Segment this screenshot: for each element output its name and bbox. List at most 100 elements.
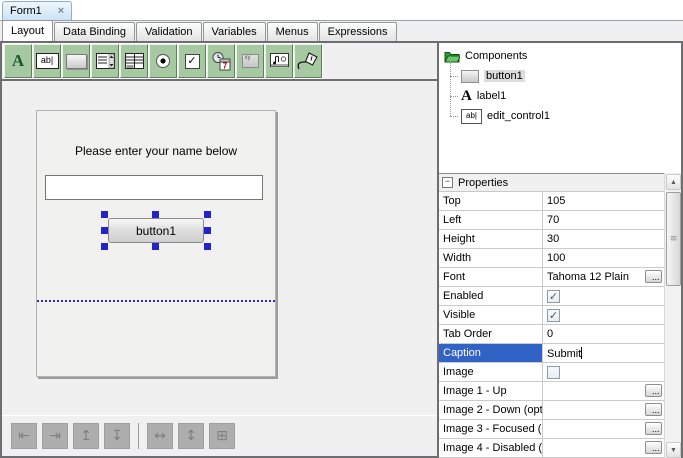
listbox-tool[interactable] [91, 44, 119, 78]
tree-item-label1[interactable]: A label1 [439, 86, 681, 106]
ellipsis-button[interactable]: ... [645, 441, 662, 454]
grid-tool[interactable] [120, 44, 148, 78]
checkbox-tool[interactable]: ✓ [178, 44, 206, 78]
ellipsis-button[interactable]: ... [645, 384, 662, 397]
property-name[interactable]: Image [439, 363, 543, 381]
designed-edit-control[interactable] [45, 175, 263, 200]
scroll-up-icon[interactable]: ▲ [666, 174, 681, 190]
selection-handle-top-right[interactable] [204, 211, 211, 218]
property-value[interactable]: ... [543, 439, 664, 457]
same-size-button[interactable]: ⊞ [209, 423, 235, 449]
tab-menus[interactable]: Menus [267, 22, 318, 41]
close-icon[interactable]: × [58, 6, 64, 17]
tree-item-button1[interactable]: button1 [439, 66, 681, 86]
same-width-button[interactable]: ↔ [147, 423, 173, 449]
designed-button[interactable]: button1 [108, 218, 204, 243]
selection-handle-bottom-left[interactable] [101, 243, 108, 250]
property-name[interactable]: Top [439, 192, 543, 210]
property-value[interactable]: 100 [543, 249, 664, 267]
property-name[interactable]: Tab Order [439, 325, 543, 343]
designed-form[interactable]: Please enter your name below button1 [36, 110, 276, 377]
collapse-icon[interactable]: − [442, 177, 453, 188]
property-row-font[interactable]: FontTahoma 12 Plain... [439, 268, 664, 287]
property-value[interactable]: 105 [543, 192, 664, 210]
scroll-down-icon[interactable]: ▼ [666, 442, 681, 458]
property-name[interactable]: Enabled [439, 287, 543, 305]
svg-text:7: 7 [222, 61, 227, 70]
property-row-image-4-disabled-o[interactable]: Image 4 - Disabled (o... [439, 439, 664, 458]
tab-variables[interactable]: Variables [203, 22, 266, 41]
properties-scrollbar[interactable]: ▲ ≡ ▼ [664, 173, 681, 458]
checkbox-unchecked-icon[interactable] [547, 366, 560, 379]
align-bottom-button[interactable]: ↧ [104, 423, 130, 449]
property-row-caption[interactable]: CaptionSubmit [439, 344, 664, 363]
property-row-top[interactable]: Top105 [439, 192, 664, 211]
selection-handle-top-center[interactable] [152, 211, 159, 218]
design-canvas[interactable]: Please enter your name below button1 [2, 81, 437, 415]
tab-expressions[interactable]: Expressions [319, 22, 397, 41]
ellipsis-button[interactable]: ... [645, 270, 662, 283]
property-name[interactable]: Caption [439, 344, 543, 362]
property-value[interactable]: ... [543, 382, 664, 400]
button-tool[interactable] [62, 44, 90, 78]
property-value[interactable]: ... [543, 420, 664, 438]
align-right-button[interactable]: ⇥ [42, 423, 68, 449]
checkbox-checked-icon[interactable]: ✓ [547, 290, 560, 303]
tab-validation[interactable]: Validation [136, 22, 202, 41]
property-row-width[interactable]: Width100 [439, 249, 664, 268]
property-name[interactable]: Left [439, 211, 543, 229]
property-name[interactable]: Image 3 - Focused (o [439, 420, 543, 438]
panel-tool[interactable]: xy [236, 44, 264, 78]
property-name[interactable]: Height [439, 230, 543, 248]
property-name[interactable]: Image 4 - Disabled (o [439, 439, 543, 457]
property-value[interactable]: Submit [543, 344, 664, 362]
edit-tool[interactable]: ab| [33, 44, 61, 78]
property-name[interactable]: Image 1 - Up [439, 382, 543, 400]
property-row-left[interactable]: Left70 [439, 211, 664, 230]
selection-handle-mid-left[interactable] [101, 227, 108, 234]
property-value[interactable]: ... [543, 401, 664, 419]
label-tool[interactable]: A [4, 44, 32, 78]
property-row-image-3-focused-o[interactable]: Image 3 - Focused (o... [439, 420, 664, 439]
selection-handle-bottom-right[interactable] [204, 243, 211, 250]
same-height-button[interactable]: ↕ [178, 423, 204, 449]
property-value[interactable]: 0 [543, 325, 664, 343]
align-left-button[interactable]: ⇤ [11, 423, 37, 449]
property-name[interactable]: Image 2 - Down (optio [439, 401, 543, 419]
property-value[interactable]: ✓ [543, 287, 664, 305]
document-tab-form1[interactable]: Form1 × [2, 1, 72, 20]
property-name[interactable]: Font [439, 268, 543, 286]
radio-tool[interactable] [149, 44, 177, 78]
property-row-visible[interactable]: Visible ✓ [439, 306, 664, 325]
pen-tool[interactable] [294, 44, 322, 78]
align-top-button[interactable]: ↥ [73, 423, 99, 449]
designed-label[interactable]: Please enter your name below [37, 144, 275, 158]
ellipsis-button[interactable]: ... [645, 403, 662, 416]
property-name[interactable]: Visible [439, 306, 543, 324]
components-root[interactable]: Components [439, 46, 681, 66]
property-name[interactable]: Width [439, 249, 543, 267]
property-row-enabled[interactable]: Enabled ✓ [439, 287, 664, 306]
property-row-tab-order[interactable]: Tab Order0 [439, 325, 664, 344]
property-value[interactable] [543, 363, 664, 381]
selection-handle-mid-right[interactable] [204, 227, 211, 234]
image-tool[interactable] [265, 44, 293, 78]
property-row-image-1-up[interactable]: Image 1 - Up... [439, 382, 664, 401]
property-value[interactable]: Tahoma 12 Plain... [543, 268, 664, 286]
property-row-image-2-down-optio[interactable]: Image 2 - Down (optio... [439, 401, 664, 420]
datetime-tool[interactable]: 7 [207, 44, 235, 78]
scrollbar-thumb[interactable]: ≡ [666, 192, 681, 286]
checkbox-checked-icon[interactable]: ✓ [547, 309, 560, 322]
property-row-image[interactable]: Image [439, 363, 664, 382]
tree-item-edit-control1[interactable]: ab| edit_control1 [439, 106, 681, 126]
property-value[interactable]: ✓ [543, 306, 664, 324]
properties-header[interactable]: − Properties [439, 173, 664, 192]
property-value[interactable]: 30 [543, 230, 664, 248]
property-value[interactable]: 70 [543, 211, 664, 229]
ellipsis-button[interactable]: ... [645, 422, 662, 435]
tab-layout[interactable]: Layout [2, 20, 53, 41]
selection-handle-bottom-center[interactable] [152, 243, 159, 250]
tab-data-binding[interactable]: Data Binding [54, 22, 135, 41]
selection-handle-top-left[interactable] [101, 211, 108, 218]
property-row-height[interactable]: Height30 [439, 230, 664, 249]
